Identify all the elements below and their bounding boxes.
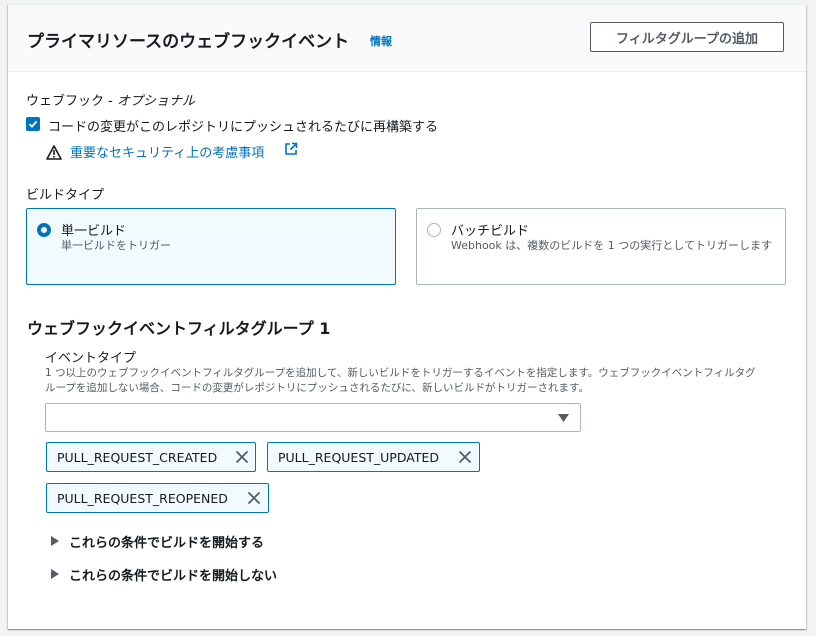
expander-label: これらの条件でビルドを開始する	[69, 536, 265, 551]
add-filter-group-button[interactable]: フィルタグループの追加	[590, 22, 784, 52]
token-label: PULL_REQUEST_UPDATED	[278, 450, 439, 465]
token-pull-request-created: PULL_REQUEST_CREATED	[46, 442, 256, 472]
batch-build-option[interactable]: バッチビルド Webhook は、複数のビルドを 1 つの実行としてトリガーしま…	[416, 208, 786, 285]
rebuild-checkbox-label[interactable]: コードの変更がこのレポジトリにプッシュされるたびに再構築する	[48, 116, 438, 135]
close-icon[interactable]	[235, 450, 249, 464]
batch-build-desc: Webhook は、複数のビルドを 1 つの実行としてトリガーします	[451, 239, 772, 252]
rebuild-checkbox[interactable]	[26, 117, 40, 131]
check-icon	[28, 120, 38, 128]
single-build-title: 単一ビルド	[61, 224, 127, 239]
webhook-label-text: ウェブフック -	[26, 94, 117, 109]
panel-header: プライマリソースのウェブフックイベント 情報 フィルタグループの追加	[8, 5, 806, 72]
batch-build-title: バッチビルド	[451, 224, 530, 239]
warning-icon	[46, 145, 62, 160]
caret-right-icon	[51, 536, 59, 546]
webhook-optional-text: オプショナル	[116, 94, 195, 109]
build-type-label: ビルドタイプ	[26, 188, 105, 203]
security-considerations-link[interactable]: 重要なセキュリティ上の考慮事項	[70, 142, 264, 161]
token-label: PULL_REQUEST_REOPENED	[57, 491, 228, 506]
token-pull-request-reopened: PULL_REQUEST_REOPENED	[46, 483, 269, 513]
caret-right-icon	[51, 569, 59, 579]
close-icon[interactable]	[247, 491, 261, 505]
panel-title: プライマリソースのウェブフックイベント	[27, 32, 350, 52]
event-type-select[interactable]	[45, 403, 581, 432]
filter-group-title: ウェブフックイベントフィルタグループ 1	[27, 319, 331, 338]
expander-label: これらの条件でビルドを開始しない	[69, 569, 278, 584]
token-pull-request-updated: PULL_REQUEST_UPDATED	[267, 442, 480, 472]
caret-down-icon	[558, 414, 569, 422]
close-icon[interactable]	[458, 450, 472, 464]
single-build-desc: 単一ビルドをトリガー	[61, 239, 171, 252]
single-build-radio[interactable]	[37, 223, 51, 237]
event-type-label: イベントタイプ	[45, 351, 137, 366]
batch-build-radio[interactable]	[427, 223, 441, 237]
info-link[interactable]: 情報	[370, 33, 392, 49]
single-build-option[interactable]: 単一ビルド 単一ビルドをトリガー	[26, 208, 396, 285]
external-link-icon[interactable]	[284, 142, 298, 156]
event-type-help: 1 つ以上のウェブフックイベントフィルタグループを追加して、新しいビルドをトリガ…	[45, 367, 756, 394]
webhook-label: ウェブフック - オプショナル	[26, 90, 195, 109]
token-label: PULL_REQUEST_CREATED	[57, 450, 218, 465]
webhook-events-panel: プライマリソースのウェブフックイベント 情報 フィルタグループの追加 ウェブフッ…	[8, 4, 806, 629]
